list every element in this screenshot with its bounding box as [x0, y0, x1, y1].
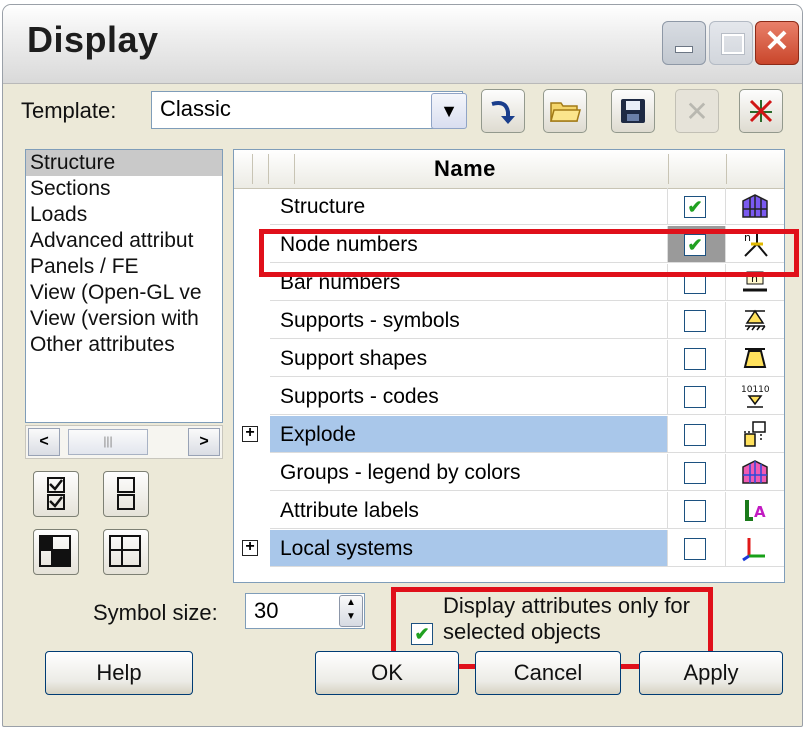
delete-template-button: ✕ [675, 89, 719, 133]
category-item[interactable]: View (Open-GL ve [26, 280, 222, 306]
category-item[interactable]: Loads [26, 202, 222, 228]
check-all-icon [47, 477, 65, 510]
support-shapes-icon [743, 348, 767, 368]
explode-icon [744, 421, 766, 447]
display-only-selected-label: Display attributes only for selected obj… [443, 593, 690, 645]
grid-row[interactable]: + Local systems [234, 530, 784, 568]
curved-arrow-icon [491, 101, 515, 124]
axes-cross-icon [749, 99, 773, 123]
apply-button[interactable]: Apply [639, 651, 783, 695]
svg-text:A: A [754, 503, 766, 521]
symbol-size-label: Symbol size: [93, 600, 218, 625]
display-dialog: Display ✕ Template: Classic ▼ ✕ Structur… [2, 4, 803, 727]
row-name: Attribute labels [270, 492, 668, 529]
minimize-button[interactable] [662, 21, 706, 65]
symbol-size-spinner[interactable]: ▲ ▼ [339, 595, 363, 627]
save-template-button[interactable] [611, 89, 655, 133]
category-item[interactable]: Other attributes [26, 332, 222, 358]
grid-row[interactable]: + Explode [234, 416, 784, 454]
window-title: Display [27, 19, 159, 60]
name-column-header[interactable]: Name [434, 156, 496, 182]
load-template-button[interactable] [481, 89, 525, 133]
display-only-selected-line2: selected objects [443, 619, 601, 644]
row-checkbox[interactable] [684, 310, 706, 332]
maximize-button [709, 21, 753, 65]
template-combo[interactable]: Classic [151, 91, 463, 129]
spin-up-icon: ▲ [346, 597, 356, 608]
structure-icon [742, 194, 768, 218]
uncheck-all-icon [117, 477, 135, 510]
expand-tree-icon [39, 535, 71, 567]
grid-row[interactable]: Structure ✔ [234, 188, 784, 226]
supports-codes-icon: 10110 [741, 385, 770, 408]
category-list[interactable]: Structure Sections Loads Advanced attrib… [25, 149, 223, 423]
check-all-button[interactable] [33, 471, 79, 517]
row-name: Local systems [270, 530, 668, 567]
scroll-left-button[interactable]: < [28, 428, 60, 456]
row-checkbox[interactable] [684, 538, 706, 560]
display-only-selected-line1: Display attributes only for [443, 593, 690, 618]
expand-all-button[interactable] [33, 529, 79, 575]
grid-row[interactable]: Attribute labels A [234, 492, 784, 530]
row-name: Supports - symbols [270, 302, 668, 339]
category-hscrollbar[interactable]: < ||| > [25, 425, 223, 459]
row-name: Explode [270, 416, 668, 453]
category-item[interactable]: Advanced attribut [26, 228, 222, 254]
row-checkbox[interactable] [684, 424, 706, 446]
help-button[interactable]: Help [45, 651, 193, 695]
supports-codes-icon-text: 10110 [741, 385, 770, 395]
symbol-size-value: 30 [254, 598, 279, 623]
reset-template-button[interactable] [739, 89, 783, 133]
template-value: Classic [160, 96, 231, 121]
uncheck-all-button[interactable] [103, 471, 149, 517]
expand-plus-icon[interactable]: + [242, 539, 258, 556]
x-icon: ✕ [685, 95, 709, 127]
attributes-grid[interactable]: Name Structure ✔ Node numbers ✔ n Bar nu… [233, 149, 785, 583]
row-checkbox[interactable]: ✔ [684, 196, 706, 218]
cancel-button[interactable]: Cancel [475, 651, 621, 695]
row-checkbox[interactable] [684, 386, 706, 408]
category-item[interactable]: Panels / FE [26, 254, 222, 280]
expand-plus-icon[interactable]: + [242, 425, 258, 442]
collapse-all-button[interactable] [103, 529, 149, 575]
row-name: Supports - codes [270, 378, 668, 415]
local-systems-icon [742, 538, 765, 562]
annotation-highlight-box [259, 229, 799, 277]
attribute-labels-icon: A [745, 500, 766, 521]
display-only-selected-checkbox[interactable]: ✔ [411, 623, 433, 645]
grid-row[interactable]: Groups - legend by colors [234, 454, 784, 492]
row-checkbox[interactable] [684, 500, 706, 522]
grid-row[interactable]: Supports - symbols [234, 302, 784, 340]
scroll-right-button[interactable]: > [188, 428, 220, 456]
scroll-thumb[interactable]: ||| [68, 429, 148, 455]
grid-header: Name [234, 150, 784, 189]
category-item[interactable]: Structure [26, 150, 222, 176]
grid-row[interactable]: Supports - codes 10110 [234, 378, 784, 416]
template-dropdown-button[interactable]: ▼ [431, 93, 467, 129]
collapse-tree-icon [109, 535, 141, 567]
row-checkbox[interactable] [684, 462, 706, 484]
floppy-disk-icon [621, 99, 645, 123]
chevron-down-icon: ▼ [440, 101, 458, 121]
ok-button[interactable]: OK [315, 651, 459, 695]
close-button[interactable]: ✕ [755, 21, 799, 65]
row-name: Support shapes [270, 340, 668, 377]
groups-legend-icon [742, 460, 768, 484]
row-name: Groups - legend by colors [270, 454, 668, 491]
row-checkbox[interactable] [684, 348, 706, 370]
title-bar[interactable]: Display ✕ [3, 5, 802, 84]
supports-symbols-icon [745, 309, 766, 331]
row-name: Structure [270, 188, 668, 225]
folder-icon [550, 102, 581, 122]
template-label: Template: [21, 98, 117, 123]
spin-down-icon: ▼ [346, 611, 356, 622]
open-template-button[interactable] [543, 89, 587, 133]
category-item[interactable]: View (version with [26, 306, 222, 332]
grid-row[interactable]: Support shapes [234, 340, 784, 378]
category-item[interactable]: Sections [26, 176, 222, 202]
